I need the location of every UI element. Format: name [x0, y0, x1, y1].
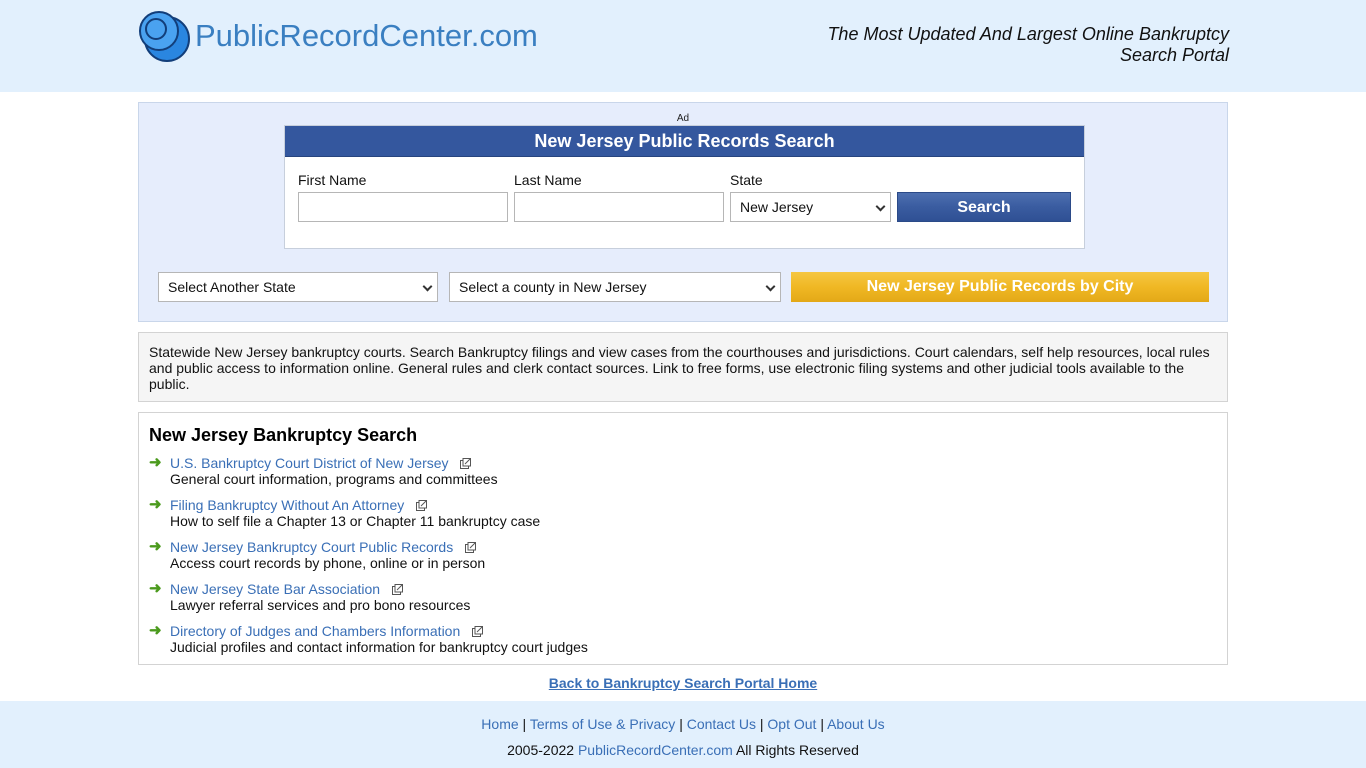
copyright-site-link[interactable]: PublicRecordCenter.com — [578, 742, 733, 758]
footer-link-opt-out[interactable]: Opt Out — [767, 716, 816, 732]
list-item: ➜ U.S. Bankruptcy Court District of New … — [149, 455, 1217, 497]
footer-nav: Home | Terms of Use & Privacy | Contact … — [0, 701, 1366, 732]
copyright-years: 2005-2022 — [507, 742, 575, 758]
last-name-input[interactable] — [514, 192, 724, 222]
county-select-value: Select a county in New Jersey — [459, 279, 647, 295]
footer-separator: | — [522, 716, 527, 732]
site-tagline: The Most Updated And Largest Online Bank… — [827, 24, 1229, 65]
arrow-right-icon: ➜ — [149, 496, 162, 513]
footer-separator: | — [759, 716, 764, 732]
footer-separator: | — [820, 716, 824, 732]
section-title: New Jersey Bankruptcy Search — [149, 425, 418, 445]
footer-link-about[interactable]: About Us — [827, 716, 885, 732]
chevron-down-icon — [875, 201, 886, 212]
chevron-down-icon — [422, 281, 433, 292]
site-footer: Home | Terms of Use & Privacy | Contact … — [0, 701, 1366, 768]
search-button[interactable]: Search — [897, 192, 1071, 222]
footer-link-home[interactable]: Home — [481, 716, 518, 732]
arrow-right-icon: ➜ — [149, 538, 162, 555]
list-item: ➜ New Jersey State Bar Association Lawye… — [149, 581, 1217, 623]
resource-link[interactable]: New Jersey Bankruptcy Court Public Recor… — [170, 539, 453, 555]
resource-description: Lawyer referral services and pro bono re… — [170, 597, 471, 613]
copyright: 2005-2022 PublicRecordCenter.com All Rig… — [0, 742, 1366, 758]
resource-description: General court information, programs and … — [170, 471, 498, 487]
list-item: ➜ Filing Bankruptcy Without An Attorney … — [149, 497, 1217, 539]
site-logo[interactable]: PublicRecordCenter.com — [137, 9, 538, 63]
external-link-icon[interactable] — [472, 626, 484, 637]
state-select-value: New Jersey — [740, 199, 814, 215]
search-form-title: New Jersey Public Records Search — [285, 126, 1084, 157]
external-link-icon[interactable] — [416, 500, 428, 511]
list-item: ➜ Directory of Judges and Chambers Infor… — [149, 623, 1217, 665]
site-header: PublicRecordCenter.com The Most Updated … — [0, 0, 1366, 92]
logo-circles-icon — [139, 11, 190, 62]
copyright-suffix: All Rights Reserved — [735, 742, 859, 758]
search-form: New Jersey Public Records Search First N… — [284, 125, 1085, 249]
footer-separator: | — [679, 716, 683, 732]
back-link-container: Back to Bankruptcy Search Portal Home — [0, 675, 1366, 691]
records-by-city-button[interactable]: New Jersey Public Records by City — [791, 272, 1209, 302]
resource-description: Judicial profiles and contact informatio… — [170, 639, 588, 655]
resource-link[interactable]: Filing Bankruptcy Without An Attorney — [170, 497, 404, 513]
arrow-right-icon: ➜ — [149, 622, 162, 639]
description-box: Statewide New Jersey bankruptcy courts. … — [138, 332, 1228, 402]
footer-link-contact[interactable]: Contact Us — [687, 716, 756, 732]
search-panel: Ad New Jersey Public Records Search Firs… — [138, 102, 1228, 322]
logo-text[interactable]: PublicRecordCenter.com — [195, 18, 538, 54]
resource-link[interactable]: New Jersey State Bar Association — [170, 581, 380, 597]
first-name-label: First Name — [298, 172, 367, 188]
external-link-icon[interactable] — [392, 584, 403, 595]
state-label: State — [730, 172, 763, 188]
another-state-select-value: Select Another State — [168, 279, 296, 295]
resource-link[interactable]: U.S. Bankruptcy Court District of New Je… — [170, 455, 449, 471]
arrow-right-icon: ➜ — [149, 454, 162, 471]
bankruptcy-links-section: New Jersey Bankruptcy Search ➜ U.S. Bank… — [138, 412, 1228, 665]
resource-description: How to self file a Chapter 13 or Chapter… — [170, 513, 541, 529]
footer-link-terms[interactable]: Terms of Use & Privacy — [530, 716, 675, 732]
state-select[interactable]: New Jersey — [730, 192, 891, 222]
first-name-input[interactable] — [298, 192, 508, 222]
last-name-label: Last Name — [514, 172, 582, 188]
resource-description: Access court records by phone, online or… — [170, 555, 486, 571]
description-text: Statewide New Jersey bankruptcy courts. … — [149, 344, 1210, 392]
external-link-icon[interactable] — [460, 458, 472, 469]
list-item: ➜ New Jersey Bankruptcy Court Public Rec… — [149, 539, 1217, 581]
arrow-right-icon: ➜ — [149, 580, 162, 597]
external-link-icon[interactable] — [465, 542, 477, 553]
resource-link[interactable]: Directory of Judges and Chambers Informa… — [170, 623, 460, 639]
county-select[interactable]: Select a county in New Jersey — [449, 272, 781, 302]
back-to-home-link[interactable]: Back to Bankruptcy Search Portal Home — [549, 675, 817, 691]
another-state-select[interactable]: Select Another State — [158, 272, 438, 302]
chevron-down-icon — [765, 281, 776, 292]
ad-label: Ad — [676, 113, 690, 124]
